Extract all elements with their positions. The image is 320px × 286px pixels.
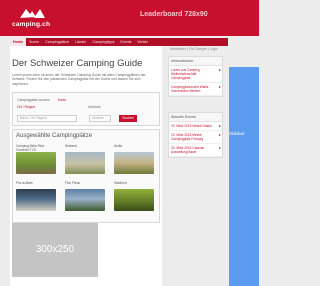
chevron-right-icon: ▸ xyxy=(218,84,221,89)
main-content: Der Schweizer Camping Guide Lorem ipsum … xyxy=(10,46,162,286)
nav-item-campingplaetze[interactable]: Campingplätze xyxy=(42,40,72,44)
campsite-card[interactable]: Pra-la-Mars xyxy=(16,181,56,211)
skyscraper-label: Sidebar xyxy=(229,131,245,136)
event-item[interactable]: 19. März 2015 Messe Campingplatz Fribour… xyxy=(169,131,222,144)
campsite-card[interactable]: Flon Planu xyxy=(65,181,105,211)
nav-item-home[interactable]: Home xyxy=(10,38,26,46)
chevron-right-icon: ▸ xyxy=(218,67,221,72)
top-header: camping.ch Leaderboard 728x90 xyxy=(0,0,259,36)
info-widget-item[interactable]: Campingplatzsuche Wallis, Graubünden Ber… xyxy=(169,83,222,96)
main-nav: Home Suche Campingplätze Länder Campingt… xyxy=(10,38,228,46)
nav-item-laender[interactable]: Länder xyxy=(72,40,89,44)
place-input[interactable]: Name, Ort, Region xyxy=(17,115,77,122)
events-widget-title: Aktuelle Events xyxy=(169,113,222,122)
campsite-card-label: Camping Bella Riva Gordevio TCS xyxy=(16,144,44,152)
brand-name: camping.ch xyxy=(12,21,51,28)
chevron-right-icon: ▸ xyxy=(218,132,221,137)
event-item[interactable]: 19. März 2015 Messe Gastro ▸ xyxy=(169,122,222,131)
utility-links[interactable]: Newsletter | Für Camper | Login xyxy=(170,47,218,51)
campsite-card[interactable]: Camping Bella Riva Gordevio TCS xyxy=(16,144,56,174)
campsite-card[interactable]: Arolla xyxy=(114,144,154,174)
search-tab-label[interactable]: Campingplatz suchen xyxy=(17,98,50,102)
ad-300x250[interactable]: 300x250 xyxy=(12,223,98,277)
featured-title: Ausgewählte Campingplätze xyxy=(16,133,93,139)
campsite-card-label: Flon Planu xyxy=(65,181,81,185)
campsite-card[interactable]: Seeland xyxy=(65,144,105,174)
info-widget-item[interactable]: Lorem aus Camping Weltmeisterschaft Camp… xyxy=(169,66,222,83)
campsite-card-label: Seeland xyxy=(65,144,77,148)
intro-text: Lorem ipsum dolor sit amet, der Schweize… xyxy=(12,73,146,86)
featured-campsites: Ausgewählte Campingplätze Camping Bella … xyxy=(12,129,160,223)
event-item-label: 20. März 2015 Caravan Ausstellung Basel xyxy=(171,146,205,154)
campsite-photo[interactable] xyxy=(16,189,56,211)
campsite-photo[interactable] xyxy=(16,152,56,174)
info-widget-item-label: Lorem aus Camping Weltmeisterschaft Camp… xyxy=(171,68,200,80)
campsite-photo[interactable] xyxy=(65,152,105,174)
nav-item-events[interactable]: Events xyxy=(117,40,134,44)
skyscraper-ad[interactable]: Sidebar xyxy=(229,67,259,286)
campsite-card-label: Arolla xyxy=(114,144,123,148)
camping-logo[interactable]: camping.ch xyxy=(12,4,52,32)
sidebar: Informationen Lorem aus Camping Weltmeis… xyxy=(168,56,223,286)
place-field-label: Ort / Region xyxy=(17,105,36,109)
camping-logo-icon xyxy=(20,9,45,18)
leaderboard-ad[interactable]: Leaderboard 728x90 xyxy=(140,11,208,18)
info-widget-item-label: Campingplatzsuche Wallis, Graubünden Ber… xyxy=(171,85,210,93)
radius-field-label: Umkreis xyxy=(88,105,101,109)
campsite-card[interactable]: Waldhort xyxy=(114,181,154,211)
nav-item-campingtipps[interactable]: Campingtipps xyxy=(89,40,117,44)
campsite-card-label: Waldhort xyxy=(114,181,127,185)
chevron-right-icon: ▸ xyxy=(218,123,221,128)
event-item-label: 19. März 2015 Messe Gastro xyxy=(171,124,213,128)
campsite-photo[interactable] xyxy=(114,189,154,211)
campsite-card-label: Pra-la-Mars xyxy=(16,181,33,185)
nav-item-suche[interactable]: Suche xyxy=(26,40,42,44)
page-title: Der Schweizer Camping Guide xyxy=(12,58,143,69)
info-widget-title: Informationen xyxy=(169,57,222,66)
events-widget: Aktuelle Events 19. März 2015 Messe Gast… xyxy=(168,112,223,158)
nav-item-wetter[interactable]: Wetter xyxy=(134,40,151,44)
chevron-right-icon: ▸ xyxy=(218,145,221,150)
radius-select[interactable]: Umkreis xyxy=(89,115,111,122)
campsite-photo[interactable] xyxy=(114,152,154,174)
search-panel: Campingplatz suchen Karte Ort / Region U… xyxy=(12,92,160,126)
event-item[interactable]: 20. März 2015 Caravan Ausstellung Basel … xyxy=(169,144,222,157)
campsite-photo[interactable] xyxy=(65,189,105,211)
map-link[interactable]: Karte xyxy=(58,98,66,102)
event-item-label: 19. März 2015 Messe Campingplatz Fribour… xyxy=(171,133,204,141)
search-button[interactable]: Suchen xyxy=(119,115,137,122)
info-widget: Informationen Lorem aus Camping Weltmeis… xyxy=(168,56,223,97)
